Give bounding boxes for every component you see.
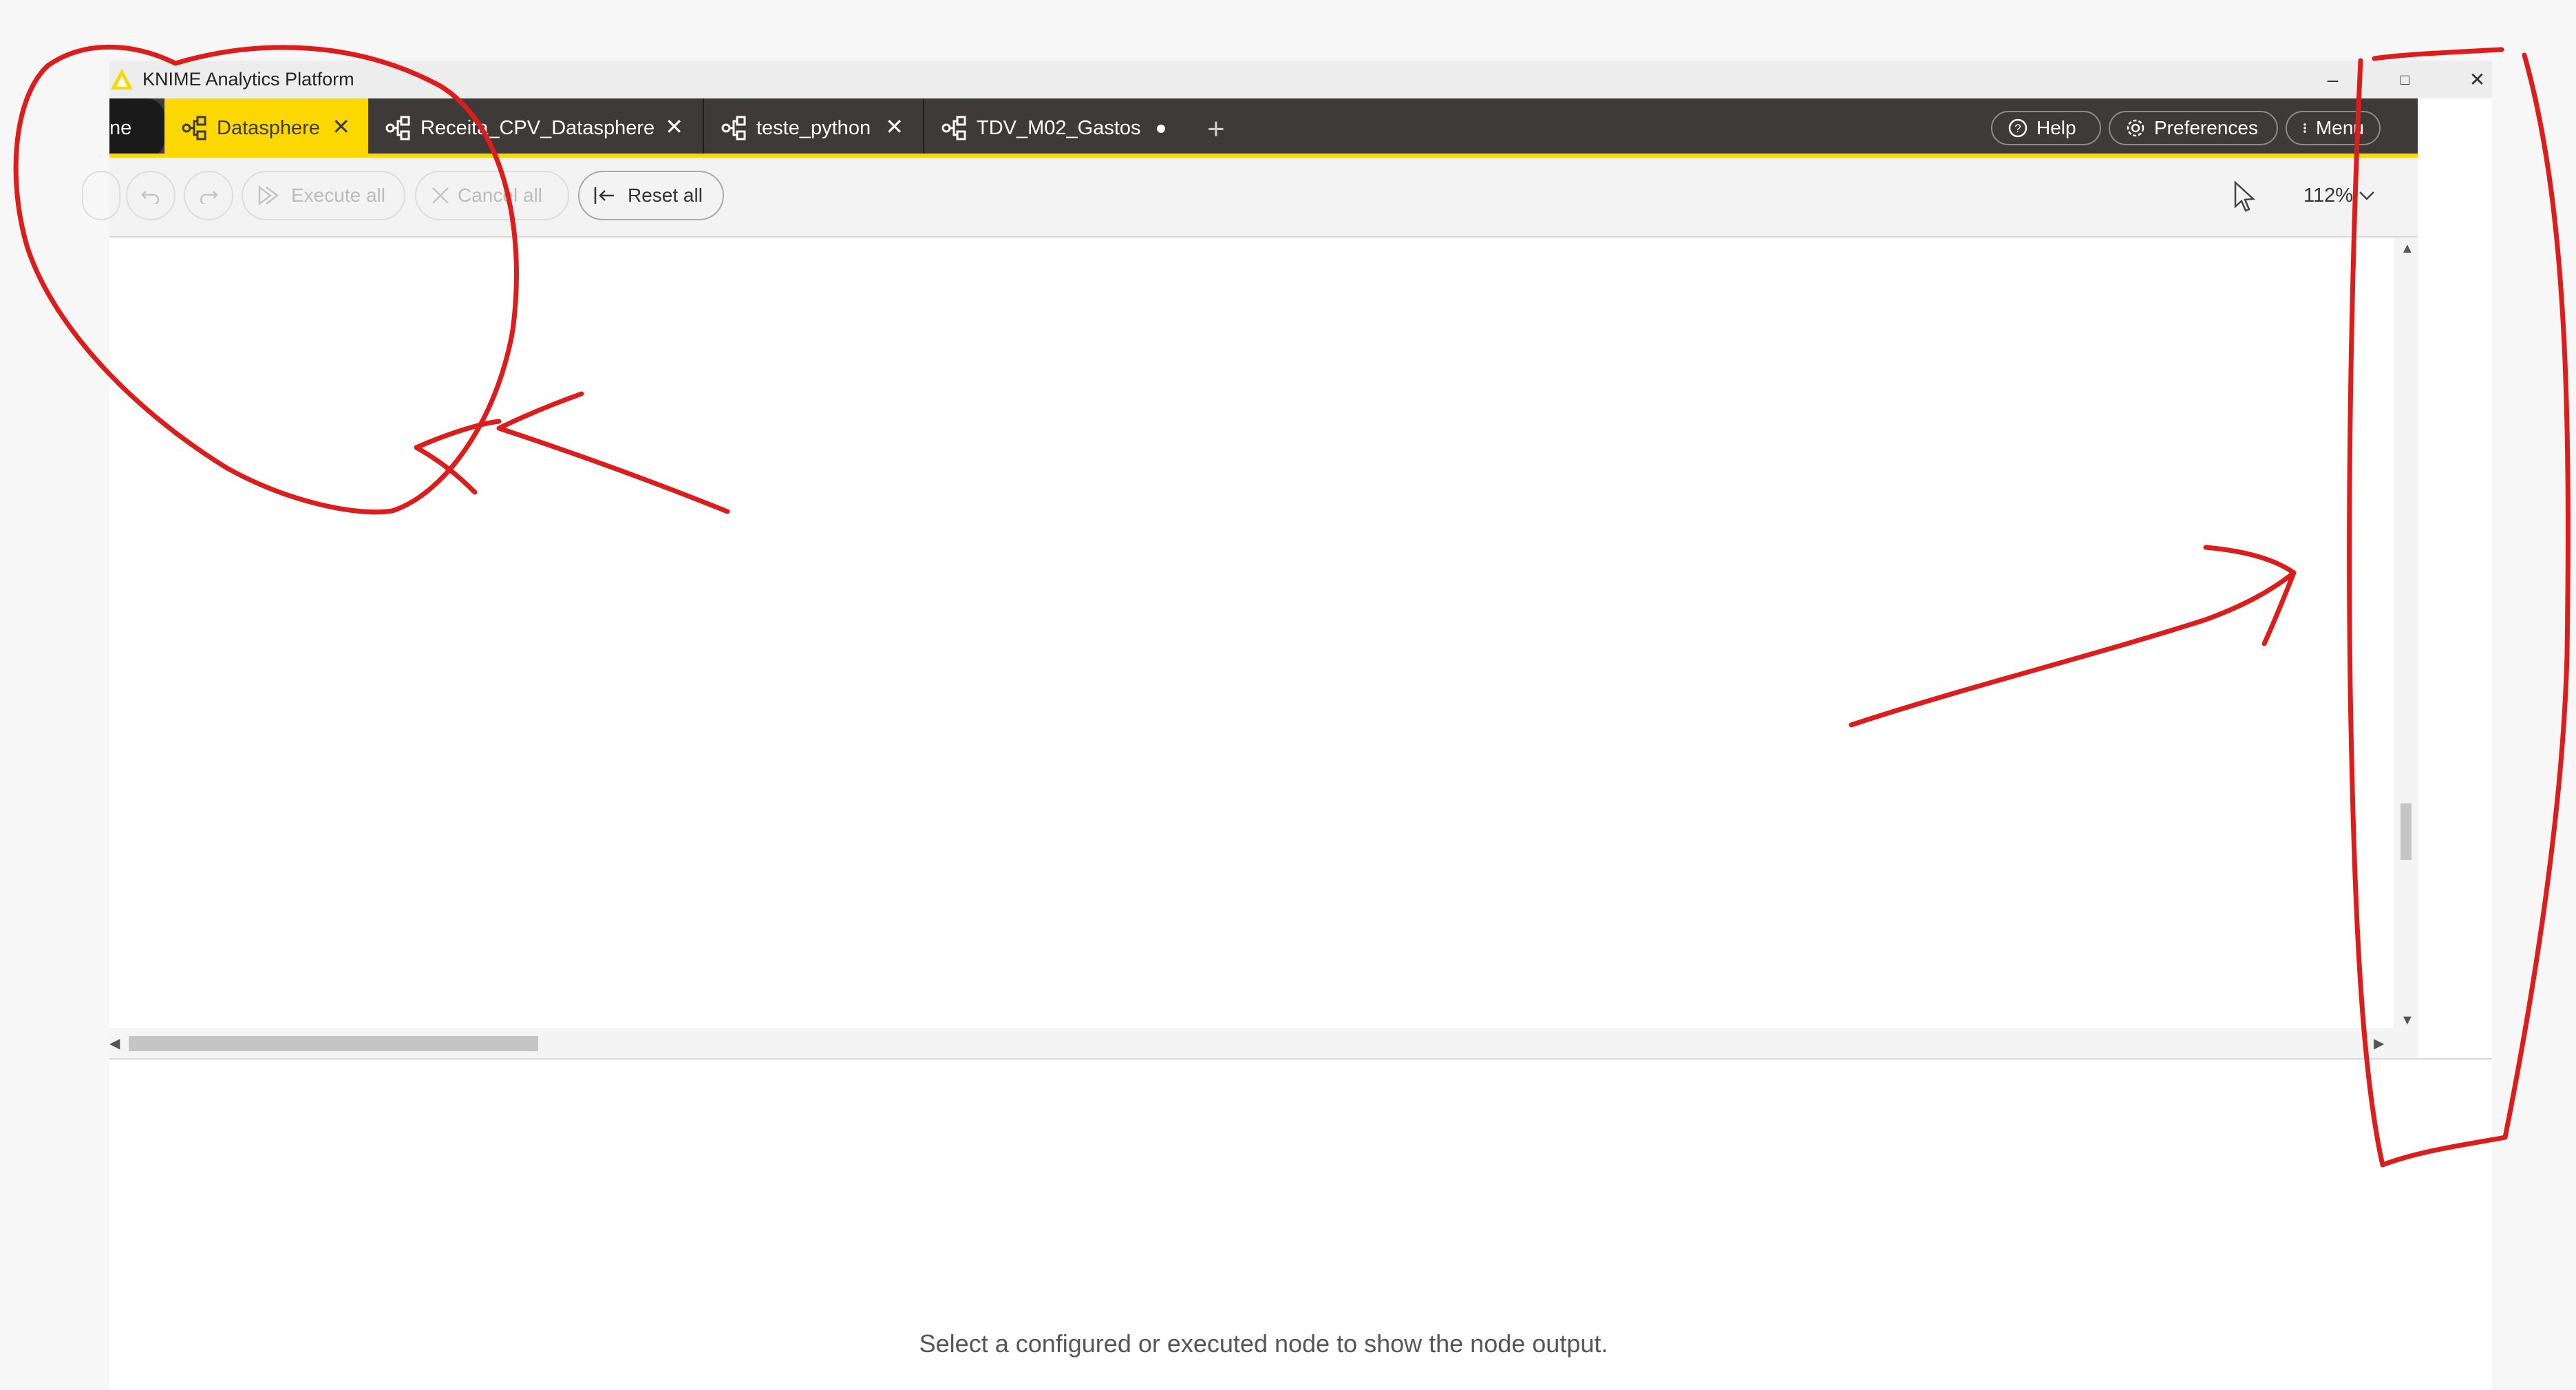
node-output-panel: Select a configured or executed node to … (109, 1058, 2492, 1390)
knime-window: KNIME Analytics Platform – □ ✕ ne Datasp… (82, 61, 2492, 1390)
workflow-icon (941, 116, 966, 140)
right-sidebar (2418, 98, 2492, 1058)
vertical-scrollbar[interactable]: ▲ ▼ (2394, 238, 2418, 1058)
scroll-right-icon[interactable]: ▶ (2374, 1035, 2384, 1052)
node-output-message: Select a configured or executed node to … (919, 1329, 1608, 1358)
help-button[interactable]: ? Help (1991, 111, 2101, 145)
help-icon: ? (2008, 118, 2027, 138)
tab-partial-home[interactable]: ne (109, 98, 164, 158)
redo-icon (200, 191, 218, 204)
tab-datasphere[interactable]: Datasphere ✕ (164, 98, 368, 158)
menu-label: Menu (2315, 117, 2364, 138)
close-window-button[interactable]: ✕ (2441, 61, 2513, 98)
tab-receita-cpv-datasphere[interactable]: Receita_CPV_Datasphere ✕ (368, 98, 701, 158)
workflow-icon (721, 116, 746, 140)
selection-mode-icon[interactable] (2233, 180, 2257, 212)
workflow-tab-bar: ne Datasphere ✕ Receita_CPV_Datasphere ✕… (109, 98, 2418, 158)
tab-label: Receita_CPV_Datasphere (421, 116, 655, 139)
more-vertical-icon (2303, 123, 2306, 133)
redo-button[interactable] (184, 171, 233, 220)
scroll-left-icon[interactable]: ◀ (109, 1035, 120, 1052)
preferences-label: Preferences (2154, 117, 2258, 138)
zoom-level: 112% (2303, 184, 2354, 207)
scroll-down-icon[interactable]: ▼ (2401, 1013, 2414, 1029)
execute-all-button[interactable]: Execute all (242, 171, 405, 220)
chevron-down-icon (2359, 191, 2374, 200)
tab-label: teste_python (756, 116, 871, 139)
workflow-canvas[interactable] (109, 238, 2394, 1028)
execute-all-label: Execute all (291, 185, 385, 206)
window-title: KNIME Analytics Platform (142, 69, 354, 89)
tab-teste-python[interactable]: teste_python ✕ (703, 98, 922, 158)
reset-icon (594, 187, 614, 204)
knime-logo-icon (111, 69, 133, 89)
cancel-all-button[interactable]: Cancel all (415, 171, 569, 220)
workflow-toolbar: Execute all Cancel all Reset all 112% (82, 158, 2418, 238)
tab-label: TDV_M02_Gastos (977, 116, 1141, 139)
zoom-dropdown[interactable]: 112% (2303, 180, 2376, 211)
svg-text:?: ? (2014, 122, 2021, 135)
tab-label: Datasphere (217, 116, 320, 139)
scroll-up-icon[interactable]: ▲ (2401, 241, 2414, 257)
menu-button[interactable]: Menu (2286, 111, 2381, 145)
gear-icon (2127, 119, 2144, 137)
horizontal-scroll-thumb[interactable] (129, 1036, 538, 1051)
title-bar: KNIME Analytics Platform – □ ✕ (109, 61, 2492, 98)
cancel-icon (432, 187, 449, 204)
reset-all-button[interactable]: Reset all (578, 171, 724, 220)
close-tab-icon[interactable]: ✕ (332, 114, 350, 140)
close-tab-icon[interactable]: ✕ (665, 114, 683, 140)
preferences-button[interactable]: Preferences (2109, 111, 2278, 145)
help-label: Help (2036, 117, 2076, 138)
restore-button[interactable]: □ (2369, 61, 2441, 98)
minimize-button[interactable]: – (2297, 61, 2369, 98)
workflow-icon (385, 116, 410, 140)
workflow-icon (182, 116, 206, 140)
unsaved-indicator-icon (1157, 125, 1165, 133)
vertical-scroll-thumb[interactable] (2401, 803, 2412, 860)
close-tab-icon[interactable]: ✕ (885, 114, 904, 140)
tab-tdv-m02-gastos[interactable]: TDV_M02_Gastos (923, 98, 1184, 158)
undo-icon (141, 191, 160, 204)
tab-label: ne (109, 116, 132, 139)
new-tab-button[interactable]: + (1207, 112, 1225, 147)
reset-all-label: Reset all (628, 185, 703, 206)
cancel-all-label: Cancel all (458, 185, 542, 206)
horizontal-scrollbar[interactable]: ◀ ▶ (109, 1028, 2394, 1058)
undo-button[interactable] (126, 171, 175, 220)
play-icon (258, 185, 279, 206)
save-button-partial[interactable] (82, 171, 120, 220)
